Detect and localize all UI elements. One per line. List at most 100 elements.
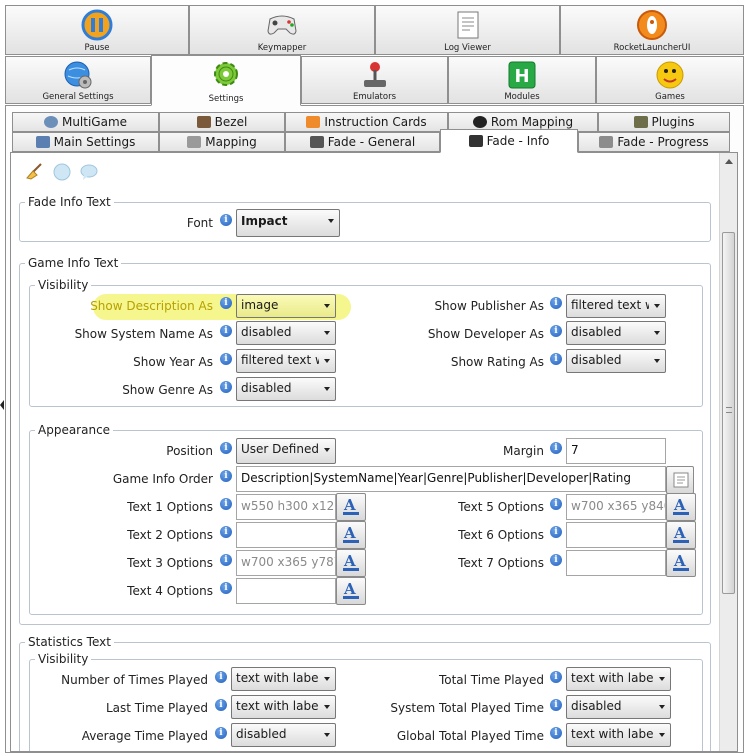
appearance-legend: Appearance xyxy=(35,423,114,437)
general-settings-button[interactable]: General Settings xyxy=(5,56,151,104)
text2-font-button[interactable]: A xyxy=(336,521,366,549)
show-developer-dropdown[interactable]: disabled xyxy=(566,321,666,345)
text4-font-button[interactable]: A xyxy=(336,577,366,605)
rocketlauncherui-button[interactable]: RocketLauncherUI xyxy=(560,5,744,55)
show-genre-dropdown[interactable]: disabled xyxy=(236,377,336,401)
show-rating-info-icon[interactable]: i xyxy=(550,353,562,365)
emulators-label: Emulators xyxy=(352,92,397,102)
global-total-played-time-info-icon[interactable]: i xyxy=(550,727,562,739)
times-played-info-icon[interactable]: i xyxy=(215,671,227,683)
show-system-name-info-icon[interactable]: i xyxy=(220,325,232,337)
chevron-down-icon xyxy=(654,331,660,335)
show-rating-label: Show Rating As xyxy=(450,355,544,369)
times-played-dropdown[interactable]: text with label xyxy=(231,667,336,691)
edit-order-button[interactable] xyxy=(666,466,694,494)
tab-fade-general[interactable]: Fade - General xyxy=(285,132,440,152)
font-dropdown[interactable]: Impact xyxy=(236,209,340,237)
text5-options-info-icon[interactable]: i xyxy=(550,498,562,510)
scrollbar-thumb[interactable] xyxy=(722,232,735,594)
average-time-played-dropdown[interactable]: disabled xyxy=(231,723,336,747)
fade-info-panel: Fade Info Text Font i Impact Game Info T… xyxy=(10,152,738,752)
log-icon xyxy=(455,10,481,43)
mapping-icon xyxy=(187,136,202,148)
text7-options-info-icon[interactable]: i xyxy=(550,554,562,566)
show-genre-info-icon[interactable]: i xyxy=(220,381,232,393)
globe-icon[interactable] xyxy=(53,163,71,184)
system-total-played-time-info-icon[interactable]: i xyxy=(550,699,562,711)
text6-options-info-icon[interactable]: i xyxy=(550,526,562,538)
settings-button[interactable]: Settings xyxy=(151,55,301,106)
rocket-icon xyxy=(636,9,668,44)
text1-options-input[interactable]: w550 h300 x1255 xyxy=(236,494,336,520)
text5-options-input[interactable]: w700 x365 y840 c xyxy=(566,494,666,520)
vertical-scrollbar[interactable] xyxy=(719,153,737,751)
keymapper-button[interactable]: Keymapper xyxy=(189,5,375,55)
joystick-icon xyxy=(361,60,389,93)
game-info-order-input[interactable]: Description|SystemName|Year|Genre|Publis… xyxy=(236,466,666,492)
tab-fade-progress[interactable]: Fade - Progress xyxy=(578,132,730,152)
text6-options-input[interactable] xyxy=(566,522,666,548)
position-dropdown[interactable]: User Defined xyxy=(236,438,336,464)
text1-options-info-icon[interactable]: i xyxy=(220,498,232,510)
text7-options-input[interactable] xyxy=(566,550,666,576)
system-total-played-time-dropdown[interactable]: disabled xyxy=(566,695,671,719)
show-year-label: Show Year As xyxy=(133,355,213,369)
show-description-info-icon[interactable]: i xyxy=(220,297,232,309)
show-rating-dropdown[interactable]: disabled xyxy=(566,349,666,373)
margin-input[interactable]: 7 xyxy=(566,438,666,464)
show-system-name-dropdown[interactable]: disabled xyxy=(236,321,336,345)
text4-options-input[interactable] xyxy=(236,578,336,604)
margin-label: Margin xyxy=(503,444,544,458)
tab-bezel[interactable]: Bezel xyxy=(159,112,285,132)
text7-font-button[interactable]: A xyxy=(666,549,696,577)
text7-options-label: Text 7 Options xyxy=(458,556,544,570)
position-info-icon[interactable]: i xyxy=(220,442,232,454)
show-year-info-icon[interactable]: i xyxy=(220,353,232,365)
rocketlauncherui-label: RocketLauncherUI xyxy=(613,43,691,53)
text2-options-input[interactable] xyxy=(236,522,336,548)
text3-options-info-icon[interactable]: i xyxy=(220,554,232,566)
fade-info-icon xyxy=(468,135,483,147)
log-viewer-button[interactable]: Log Viewer xyxy=(375,5,560,55)
tab-multigame[interactable]: MultiGame xyxy=(12,112,159,132)
show-developer-info-icon[interactable]: i xyxy=(550,325,562,337)
chat-bubble-icon[interactable] xyxy=(79,163,99,184)
scroll-up-arrow-icon[interactable] xyxy=(725,159,733,164)
total-time-played-info-icon[interactable]: i xyxy=(550,671,562,683)
splitter-arrow-icon[interactable] xyxy=(0,400,4,410)
last-time-played-info-icon[interactable]: i xyxy=(215,699,227,711)
chevron-down-icon xyxy=(324,705,330,709)
show-description-dropdown[interactable]: image xyxy=(236,294,336,318)
emulators-button[interactable]: Emulators xyxy=(301,56,448,104)
text4-options-info-icon[interactable]: i xyxy=(220,582,232,594)
text2-options-info-icon[interactable]: i xyxy=(220,526,232,538)
font-info-icon[interactable]: i xyxy=(220,214,232,226)
games-button[interactable]: Games xyxy=(596,56,744,104)
broom-icon[interactable] xyxy=(25,162,45,183)
tab-instruction-cards[interactable]: Instruction Cards xyxy=(285,112,448,132)
chevron-down-icon xyxy=(654,304,660,308)
tab-mapping[interactable]: Mapping xyxy=(159,132,285,152)
text6-options-label: Text 6 Options xyxy=(458,528,544,542)
show-year-dropdown[interactable]: filtered text wi xyxy=(236,349,336,373)
pause-button[interactable]: Pause xyxy=(5,5,189,55)
modules-button[interactable]: H Modules xyxy=(448,56,596,104)
chevron-down-icon xyxy=(324,448,330,452)
margin-info-icon[interactable]: i xyxy=(550,442,562,454)
tab-fade-info[interactable]: Fade - Info xyxy=(440,129,578,153)
chevron-down-icon xyxy=(659,677,665,681)
last-time-played-dropdown[interactable]: text with label xyxy=(231,695,336,719)
show-publisher-info-icon[interactable]: i xyxy=(550,297,562,309)
text1-font-button[interactable]: A xyxy=(336,493,366,521)
show-publisher-dropdown[interactable]: filtered text wi xyxy=(566,294,666,318)
total-time-played-dropdown[interactable]: text with label xyxy=(566,667,671,691)
game-info-order-info-icon[interactable]: i xyxy=(220,470,232,482)
global-total-played-time-dropdown[interactable]: text with label xyxy=(566,723,671,747)
text6-font-button[interactable]: A xyxy=(666,521,696,549)
text3-font-button[interactable]: A xyxy=(336,549,366,577)
tab-plugins[interactable]: Plugins xyxy=(598,112,730,132)
text5-font-button[interactable]: A xyxy=(666,493,696,521)
text3-options-input[interactable]: w700 x365 y787 c xyxy=(236,550,336,576)
average-time-played-info-icon[interactable]: i xyxy=(215,727,227,739)
tab-main-settings[interactable]: Main Settings xyxy=(12,132,159,152)
